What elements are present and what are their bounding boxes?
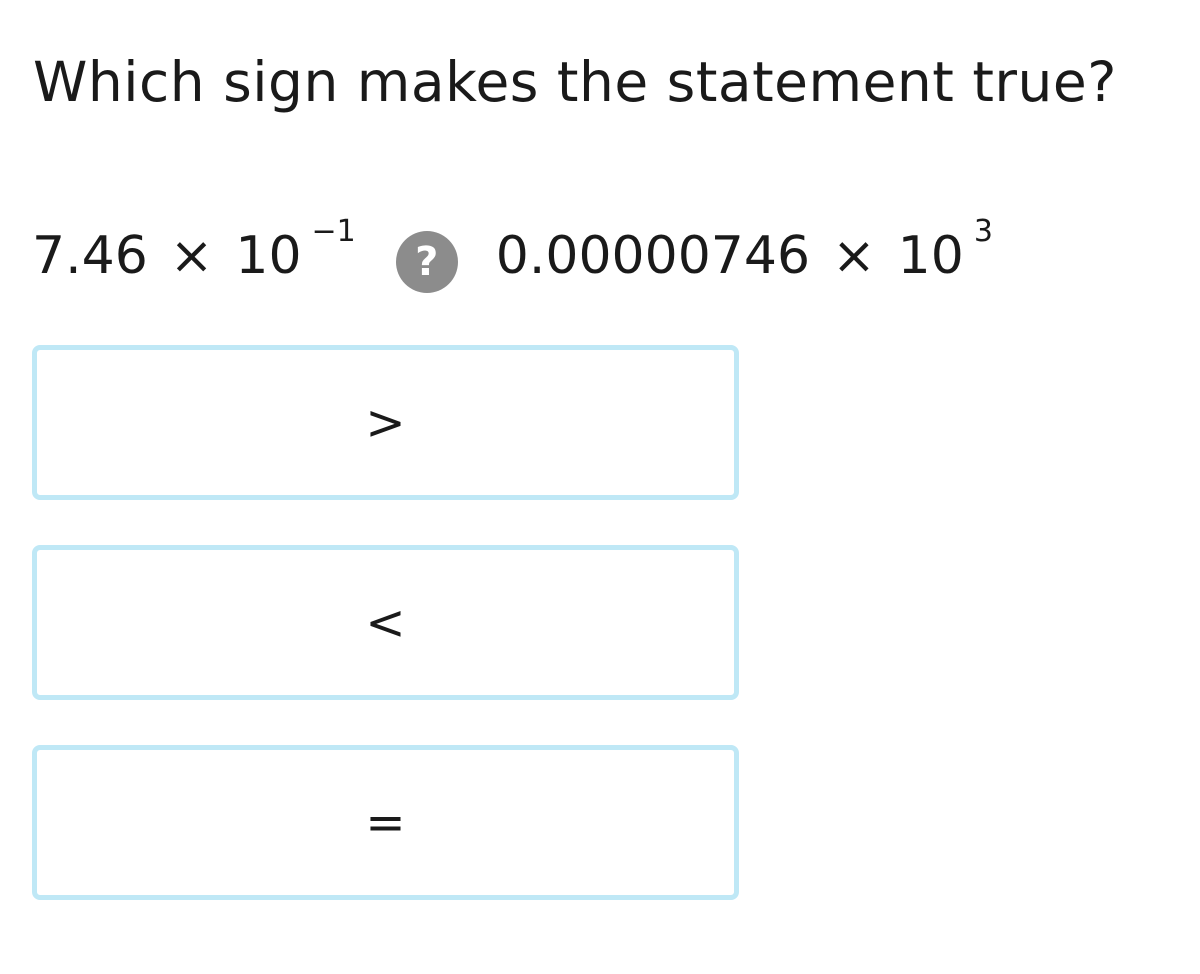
choice-less-than-button[interactable]: < (32, 545, 739, 700)
answer-choices: > < = (32, 345, 739, 945)
left-times-sign: × (169, 226, 214, 286)
question-text: Which sign makes the statement true? (33, 50, 1117, 114)
choice-equals-button[interactable]: = (32, 745, 739, 900)
choice-label: < (365, 594, 406, 651)
left-term: 7.46 × 10 −1 (32, 217, 356, 286)
choice-greater-than-button[interactable]: > (32, 345, 739, 500)
choice-label: > (365, 394, 406, 451)
right-times-sign: × (832, 226, 876, 286)
comparison-expression: 7.46 × 10 −1 ? 0.00000746 × 10 3 (32, 216, 993, 296)
left-base: 10 (235, 226, 302, 286)
unknown-sign-icon: ? (395, 231, 458, 293)
right-coefficient: 0.00000746 (495, 226, 811, 286)
right-base: 10 (897, 226, 964, 286)
choice-label: = (365, 794, 406, 851)
right-term: 0.00000746 × 10 3 (495, 217, 993, 286)
left-exponent: −1 (311, 214, 356, 249)
right-exponent: 3 (973, 214, 993, 249)
left-coefficient: 7.46 (32, 226, 148, 286)
